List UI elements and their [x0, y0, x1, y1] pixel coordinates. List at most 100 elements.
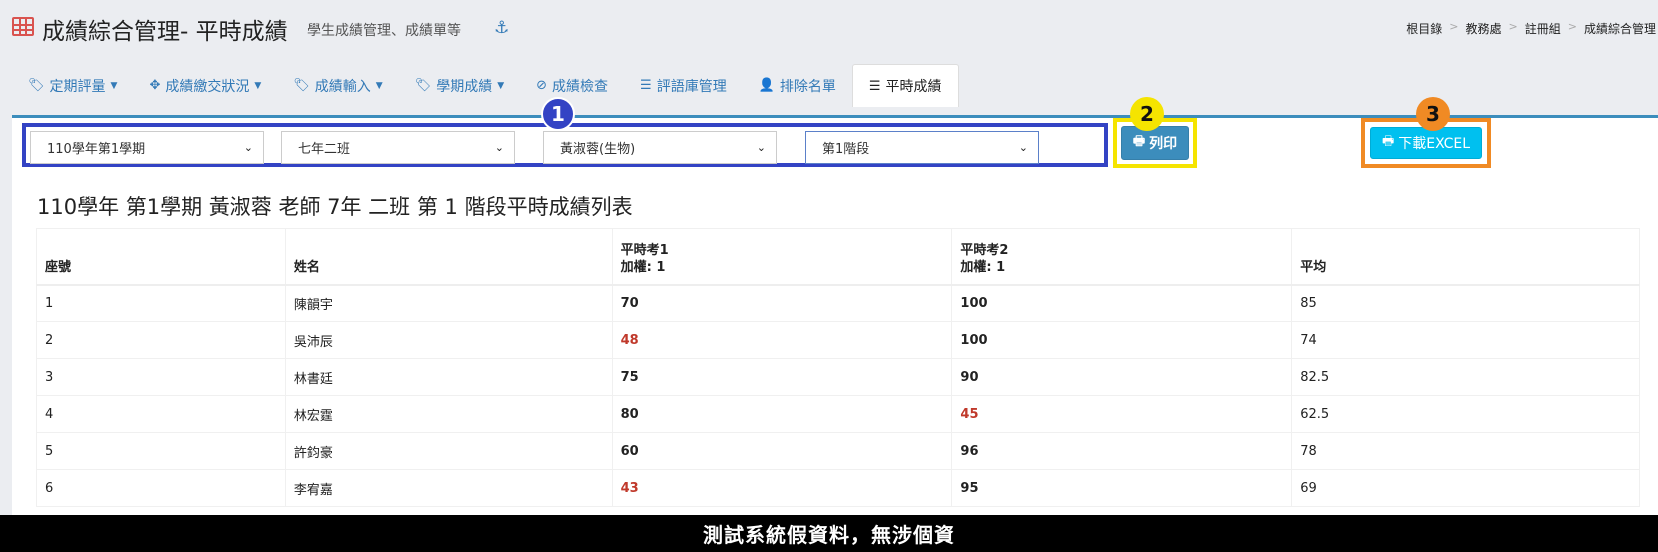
content-panel: 110學年第1學期 ⌄ 七年二班 ⌄ 黃淑蓉(生物) ⌄ 第1階段 ⌄ 🖶 列印…: [12, 97, 1658, 515]
table-row: 1 陳韻宇 70 100 85: [36, 284, 1640, 322]
seat-cell: 6: [36, 469, 286, 507]
tab-label: 學期成績: [436, 78, 493, 95]
tags-icon: 🏷: [293, 78, 310, 93]
quiz2-weight: 加權: 1: [960, 259, 1006, 275]
quiz1-weight: 加權: 1: [620, 259, 666, 275]
breadcrumb-separator: >: [1508, 20, 1518, 33]
average-cell: 69: [1291, 469, 1640, 507]
quiz2-cell: 45: [951, 395, 1293, 433]
table-row: 5 許鈞豪 60 96 78: [36, 432, 1640, 470]
tab-label: 平時成績: [885, 79, 942, 95]
tab-bar: 🏷 定期評量 ▼ ✥ 成績繳交狀況 ▼ 🏷 成績輸入 ▼ 🏷 學期成績 ▼ ⊘ …: [12, 64, 959, 107]
caret-down-icon: ▼: [110, 80, 118, 91]
quiz1-cell: 43: [611, 469, 953, 507]
check-circle-icon: ⊘: [536, 78, 548, 93]
annotation-marker-3: 3: [1416, 97, 1450, 131]
caret-down-icon: ▼: [254, 80, 262, 91]
crosshairs-icon: ✥: [149, 78, 161, 93]
class-select[interactable]: 七年二班 ⌄: [281, 131, 515, 164]
seat-cell: 1: [36, 284, 286, 322]
tab-periodic-exam[interactable]: 🏷 定期評量 ▼: [12, 64, 133, 107]
scores-table: 座號 姓名 平時考1 加權: 1 平時考2 加權: 1 平均 1 陳韻宇 70 100…: [36, 228, 1640, 507]
quiz2-cell: 90: [951, 358, 1293, 396]
seat-cell: 4: [36, 395, 286, 433]
caret-down-icon: ▼: [375, 80, 383, 91]
tab-label: 成績輸入: [314, 78, 371, 95]
tab-label: 成績繳交狀況: [165, 78, 250, 95]
table-row: 6 李宥嘉 43 95 69: [36, 469, 1640, 507]
list-title: 110學年 第1學期 黃淑蓉 老師 7年 二班 第 1 階段平時成績列表: [37, 195, 633, 219]
name-cell: 李宥嘉: [284, 469, 613, 507]
seat-cell: 5: [36, 432, 286, 470]
tab-semester-score[interactable]: 🏷 學期成績 ▼: [399, 64, 520, 107]
disclaimer-banner: 測試系統假資料，無涉個資: [0, 515, 1658, 552]
breadcrumb-item[interactable]: 教務處: [1466, 20, 1502, 37]
quiz1-cell: 70: [611, 284, 953, 322]
download-excel-button[interactable]: 🖶 下載EXCEL: [1370, 127, 1482, 159]
quiz2-title: 平時考2: [960, 242, 1009, 258]
breadcrumb-item[interactable]: 根目錄: [1406, 20, 1442, 37]
teacher-select-value: 黃淑蓉(生物): [560, 142, 636, 157]
name-cell: 吳沛辰: [284, 321, 613, 359]
breadcrumb: 根目錄 > 教務處 > 註冊組 > 成績綜合管理: [1406, 20, 1656, 37]
annotation-marker-2: 2: [1130, 97, 1164, 131]
name-cell: 林書廷: [284, 358, 613, 396]
average-cell: 62.5: [1291, 395, 1640, 433]
quiz2-cell: 100: [951, 321, 1293, 359]
print-icon: 🖶: [1381, 134, 1395, 149]
chevron-down-icon: ⌄: [1018, 141, 1028, 154]
average-cell: 85: [1291, 284, 1640, 322]
tags-icon: 🏷: [414, 78, 432, 93]
print-button[interactable]: 🖶 列印: [1121, 126, 1189, 160]
tab-exclusion-list[interactable]: 👤 排除名單: [743, 64, 852, 107]
quiz1-cell: 80: [611, 395, 953, 433]
column-header-quiz2: 平時考2 加權: 1: [951, 228, 1293, 286]
database-icon: ☰: [640, 78, 652, 93]
tab-comment-library[interactable]: ☰ 評語庫管理: [624, 64, 743, 107]
quiz1-cell: 48: [611, 321, 953, 359]
column-header-average: 平均: [1291, 228, 1640, 286]
teacher-select[interactable]: 黃淑蓉(生物) ⌄: [543, 131, 777, 164]
tab-score-input[interactable]: 🏷 成績輸入 ▼: [277, 64, 398, 107]
breadcrumb-separator: >: [1567, 20, 1577, 33]
average-cell: 74: [1291, 321, 1640, 359]
breadcrumb-item-current: 成績綜合管理: [1583, 22, 1656, 36]
quiz1-cell: 60: [611, 432, 953, 470]
column-header-quiz1: 平時考1 加權: 1: [611, 228, 953, 286]
anchor-icon[interactable]: ⚓: [494, 18, 509, 38]
quiz1-title: 平時考1: [620, 242, 669, 258]
semester-select[interactable]: 110學年第1學期 ⌄: [30, 131, 264, 164]
tab-regular-score[interactable]: ☰ 平時成績: [851, 64, 959, 107]
page-header: 成績綜合管理- 平時成績 學生成績管理、成績單等 ⚓ 根目錄 > 教務處 > 註…: [0, 0, 1658, 56]
chevron-down-icon: ⌄: [756, 141, 766, 154]
database-icon: ☰: [868, 78, 881, 94]
tab-score-check[interactable]: ⊘ 成績檢查: [520, 64, 624, 107]
tab-label: 排除名單: [779, 78, 836, 95]
tags-icon: 🏷: [28, 78, 45, 93]
chevron-down-icon: ⌄: [494, 141, 504, 154]
annotation-marker-1: 1: [541, 97, 575, 131]
page-subtitle: 學生成績管理、成績單等: [307, 23, 461, 39]
tab-submission-status[interactable]: ✥ 成績繳交狀況 ▼: [133, 64, 277, 107]
column-header-seat: 座號: [36, 228, 286, 286]
table-row: 4 林宏霆 80 45 62.5: [36, 395, 1640, 433]
seat-cell: 2: [36, 321, 286, 359]
breadcrumb-item[interactable]: 註冊組: [1525, 20, 1561, 37]
stage-select-value: 第1階段: [822, 142, 870, 157]
name-cell: 林宏霆: [284, 395, 613, 433]
table-row: 3 林書廷 75 90 82.5: [36, 358, 1640, 396]
print-icon: 🖶: [1132, 134, 1146, 149]
stage-select[interactable]: 第1階段 ⌄: [805, 131, 1039, 164]
page-title: 成績綜合管理- 平時成績: [42, 19, 288, 45]
quiz2-cell: 100: [951, 284, 1293, 322]
average-cell: 82.5: [1291, 358, 1640, 396]
download-excel-label: 下載EXCEL: [1398, 136, 1471, 152]
class-select-value: 七年二班: [298, 142, 351, 157]
average-cell: 78: [1291, 432, 1640, 470]
table-row: 2 吳沛辰 48 100 74: [36, 321, 1640, 359]
print-button-label: 列印: [1149, 136, 1178, 152]
name-cell: 許鈞豪: [284, 432, 613, 470]
column-header-name: 姓名: [284, 228, 613, 286]
caret-down-icon: ▼: [497, 80, 505, 91]
user-times-icon: 👤: [758, 78, 775, 93]
